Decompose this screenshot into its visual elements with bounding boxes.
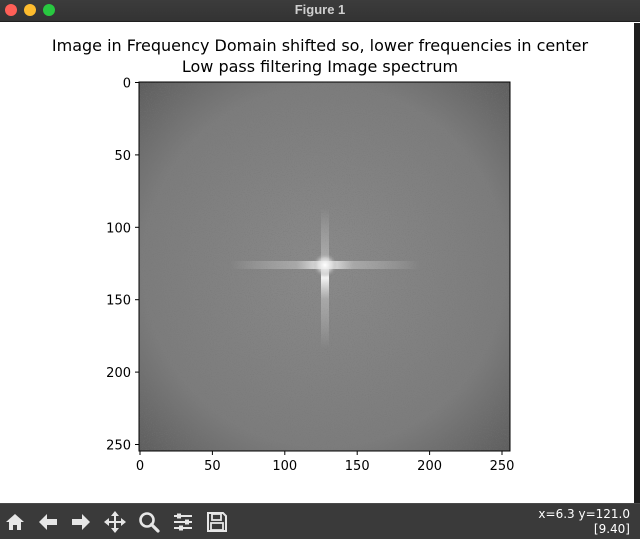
x-axis: 0 50 100 150 200 250 [136,451,515,474]
x-tick-label: 100 [272,459,297,474]
coords-xy: x=6.3 y=121.0 [538,507,630,521]
back-arrow-icon [39,514,57,530]
coords-value: [9.40] [593,522,630,536]
forward-button[interactable] [66,507,96,537]
y-tick-label: 250 [106,439,131,454]
zoom-button[interactable] [134,507,164,537]
y-tick-label: 100 [106,221,131,236]
home-button[interactable] [0,507,30,537]
home-icon [6,514,24,530]
y-tick-label: 0 [123,77,131,92]
back-button[interactable] [33,507,63,537]
configure-subplots-button[interactable] [168,507,198,537]
navigation-toolbar: x=6.3 y=121.0 [9.40] [0,503,640,539]
y-axis: 0 50 100 150 200 250 [106,77,139,454]
pan-move-icon [104,511,126,533]
x-tick-label: 0 [136,459,144,474]
cursor-coordinates-readout: x=6.3 y=121.0 [9.40] [538,507,630,537]
figure-window: Figure 1 Image in Frequency Domain shift… [0,0,640,539]
x-tick-label: 200 [417,459,442,474]
save-floppy-icon [207,512,227,532]
figure-canvas[interactable]: Image in Frequency Domain shifted so, lo… [0,23,640,503]
pan-button[interactable] [100,507,130,537]
x-tick-label: 50 [204,459,221,474]
spectrum-image[interactable] [139,82,510,451]
zoom-magnifier-icon [139,512,160,533]
configure-subplots-icon [174,513,192,531]
forward-arrow-icon [72,514,90,530]
y-tick-label: 150 [106,294,131,309]
window-title: Figure 1 [294,2,346,17]
y-tick-label: 50 [114,149,131,164]
x-tick-label: 250 [490,459,515,474]
window-edge-strip [634,23,640,503]
x-tick-label: 150 [345,459,370,474]
window-titlebar[interactable]: Figure 1 [0,0,640,22]
save-button[interactable] [202,507,232,537]
y-tick-label: 200 [106,366,131,381]
axes-svg: 0 50 100 150 200 250 0 50 100 150 200 250 [106,77,515,475]
